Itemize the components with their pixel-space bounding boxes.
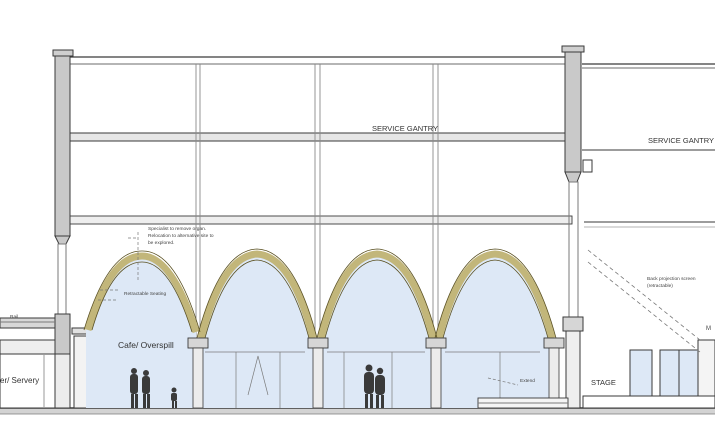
servery-label: er/ Servery xyxy=(0,376,39,385)
stage-doors xyxy=(629,339,715,397)
relocation-note: Specialist to remove organ. Relocation t… xyxy=(148,226,215,246)
right-edge-note: M xyxy=(706,326,711,332)
service-gantry-right-label: SERVICE GANTRY xyxy=(648,136,714,145)
retractable-seating-label: Retractable Seating xyxy=(124,291,166,297)
service-gantry-label: SERVICE GANTRY xyxy=(372,124,438,133)
building-section-drawing: SERVICE GANTRY SERVICE GANTRY Cafe/ Over… xyxy=(0,45,715,415)
extend-note: Extend xyxy=(520,378,535,384)
servery-building xyxy=(0,317,56,409)
ground-line xyxy=(0,407,715,415)
stage-steps xyxy=(477,395,715,409)
stage-label: STAGE xyxy=(591,378,616,387)
projection-note: Back projection screen (retractable) xyxy=(647,276,697,289)
cafe-label: Cafe/ Overspill xyxy=(118,340,174,350)
left-pier xyxy=(52,49,74,409)
rail-note: Rail xyxy=(10,314,18,320)
projection-lines xyxy=(587,249,701,353)
service-gantry xyxy=(69,132,715,228)
arcade xyxy=(83,248,565,409)
